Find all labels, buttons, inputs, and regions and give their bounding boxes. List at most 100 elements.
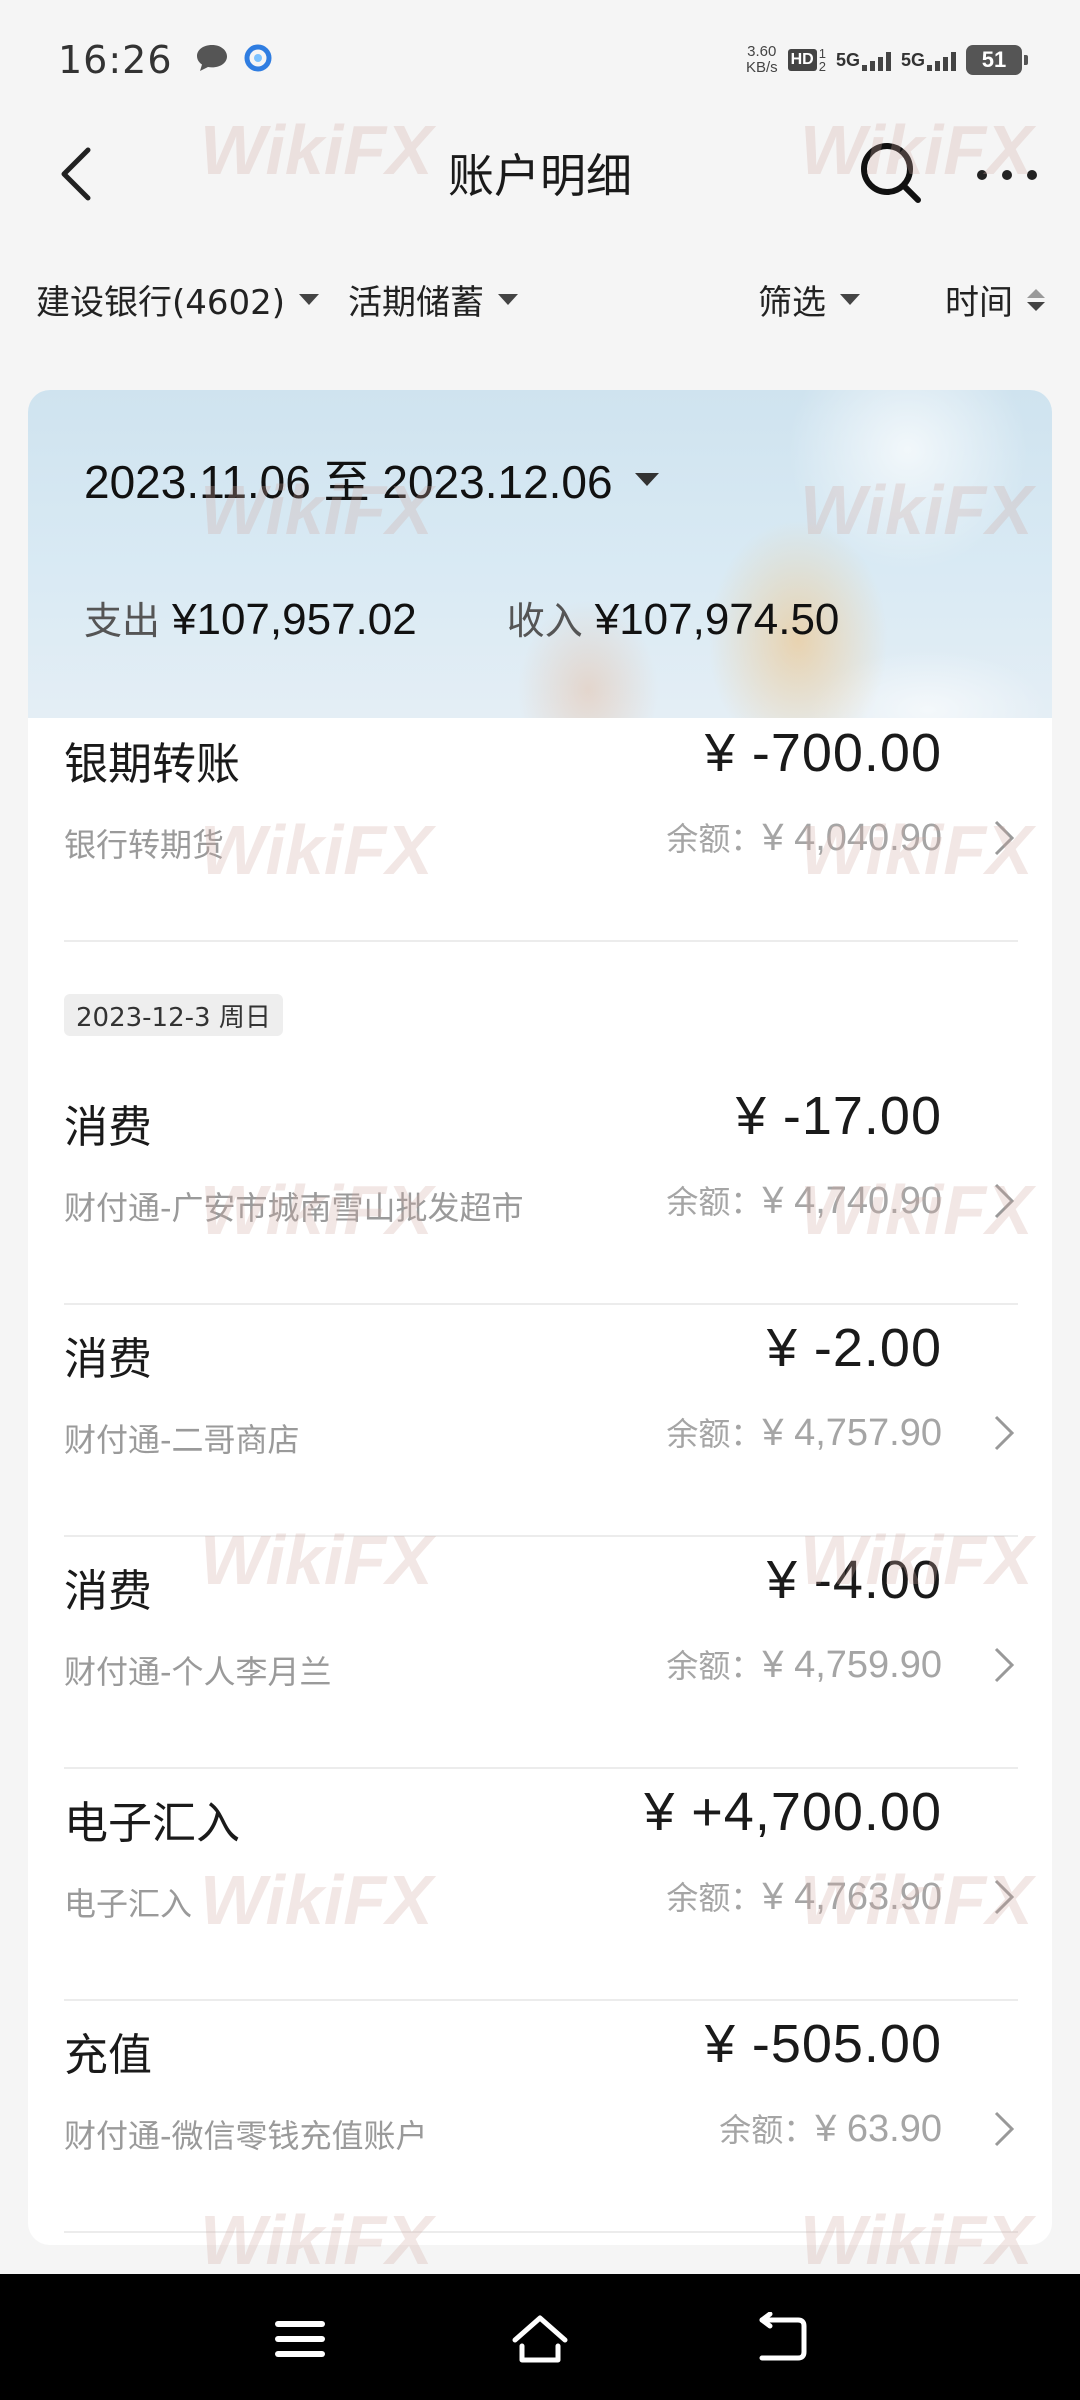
transaction-amount: ¥ +4,700.00 <box>644 1782 942 1842</box>
expense-value: ¥107,957.02 <box>172 595 417 644</box>
back-nav-button[interactable] <box>750 2311 810 2366</box>
date-range-selector[interactable]: 2023.11.06 至 2023.12.06 <box>84 446 659 512</box>
transaction-title: 电子汇入 <box>64 1798 240 1849</box>
transaction-title: 消费 <box>64 1334 152 1385</box>
row-divider <box>64 2231 1018 2233</box>
transaction-card: 2023.11.06 至 2023.12.06 支出 ¥107,957.02 收入… <box>28 390 1052 2245</box>
transaction-balance: 余额：¥ 4,040.90 <box>666 814 942 860</box>
transaction-row[interactable]: 消费 ¥ -4.00 财付通-个人李月兰 余额：¥ 4,759.90 <box>64 1537 1018 1769</box>
signal-1-label: 5G <box>835 49 860 70</box>
chevron-right-icon <box>994 820 1015 856</box>
transaction-amount: ¥ -2.00 <box>766 1318 942 1378</box>
filter-button[interactable]: 筛选 <box>758 275 860 324</box>
balance-value: ¥ 4,740.90 <box>762 1180 942 1222</box>
search-button[interactable] <box>858 140 924 206</box>
transaction-amount: ¥ -17.00 <box>735 1086 942 1146</box>
filter-label: 筛选 <box>758 283 826 323</box>
recents-button[interactable] <box>270 2312 330 2366</box>
transaction-description: 财付通-个人李月兰 <box>64 1653 332 1691</box>
hd-badge: HD <box>787 49 817 71</box>
transaction-title: 银期转账 <box>64 739 240 790</box>
message-icon <box>195 43 229 77</box>
transaction-description: 财付通-微信零钱充值账户 <box>64 2117 428 2155</box>
income-label: 收入 <box>506 601 583 643</box>
balance-label: 余额： <box>666 1415 763 1453</box>
transaction-amount: ¥ -4.00 <box>766 1550 942 1610</box>
account-type-label: 活期储蓄 <box>348 283 484 323</box>
chevron-right-icon <box>994 1647 1015 1683</box>
expense-total: 支出 ¥107,957.02 <box>84 590 417 645</box>
transaction-amount: ¥ -505.00 <box>704 2014 942 2074</box>
battery-icon: 51 <box>966 45 1028 75</box>
income-total: 收入 ¥107,974.50 <box>507 590 840 645</box>
browser-icon <box>243 43 273 77</box>
net-speed-value: 3.60 <box>747 43 777 60</box>
balance-label: 余额： <box>666 1879 763 1917</box>
home-icon <box>512 2315 568 2363</box>
date-range-label: 2023.11.06 至 2023.12.06 <box>84 456 613 508</box>
network-speed: 3.60 KB/s <box>746 44 778 76</box>
balance-value: ¥ 4,759.90 <box>762 1644 942 1686</box>
transaction-title: 消费 <box>64 1566 152 1617</box>
transaction-description: 财付通-二哥商店 <box>64 1421 300 1459</box>
signal-icon-2: 5G <box>901 50 956 71</box>
app-header: 账户明细 <box>0 120 1080 220</box>
transaction-balance: 余额：¥ 63.90 <box>719 2105 942 2151</box>
chevron-right-icon <box>994 1183 1015 1219</box>
balance-value: ¥ 63.90 <box>815 2108 942 2150</box>
chevron-right-icon <box>994 1415 1015 1451</box>
chevron-right-icon <box>994 1879 1015 1915</box>
chevron-right-icon <box>994 2111 1015 2147</box>
account-label: 建设银行(4602) <box>36 283 286 323</box>
balance-value: ¥ 4,757.90 <box>762 1412 942 1454</box>
system-nav-bar <box>0 2274 1080 2400</box>
row-divider <box>64 940 1018 942</box>
sort-arrows-icon <box>1027 288 1045 311</box>
account-selector[interactable]: 建设银行(4602) <box>36 275 320 324</box>
signal-2-label: 5G <box>900 49 925 70</box>
more-dots-icon <box>977 170 1037 180</box>
home-button[interactable] <box>510 2312 570 2366</box>
transaction-description: 财付通-广安市城南雪山批发超市 <box>64 1189 524 1227</box>
date-group-label: 2023-12-3 周日 <box>64 994 283 1036</box>
transaction-row[interactable]: 消费 ¥ -2.00 财付通-二哥商店 余额：¥ 4,757.90 <box>64 1305 1018 1537</box>
transaction-title: 消费 <box>64 1102 152 1153</box>
transaction-row[interactable]: 充值 ¥ -505.00 财付通-微信零钱充值账户 余额：¥ 63.90 <box>64 2001 1018 2233</box>
income-value: ¥107,974.50 <box>594 595 840 644</box>
return-icon <box>759 2311 807 2361</box>
balance-label: 余额： <box>719 2111 816 2149</box>
expense-label: 支出 <box>84 601 161 643</box>
transaction-description: 电子汇入 <box>64 1885 193 1923</box>
dropdown-arrow-icon <box>498 294 518 305</box>
transaction-title: 充值 <box>64 2030 152 2081</box>
transaction-balance: 余额：¥ 4,740.90 <box>666 1177 942 1223</box>
menu-icon <box>275 2321 325 2357</box>
transaction-balance: 余额：¥ 4,763.90 <box>666 1873 942 1919</box>
transaction-balance: 余额：¥ 4,759.90 <box>666 1641 942 1687</box>
status-time: 16:26 <box>58 38 173 82</box>
summary-banner: 2023.11.06 至 2023.12.06 支出 ¥107,957.02 收入… <box>28 390 1052 718</box>
balance-label: 余额： <box>666 820 763 858</box>
account-type-selector[interactable]: 活期储蓄 <box>348 275 518 324</box>
net-speed-unit: KB/s <box>745 59 778 76</box>
hd-voice-icon: HD 12 <box>787 47 826 73</box>
transaction-description: 银行转期货 <box>64 826 225 864</box>
signal-icon-1: 5G <box>836 50 891 71</box>
time-sort-button[interactable]: 时间 <box>945 275 1045 324</box>
balance-value: ¥ 4,040.90 <box>762 817 942 859</box>
transaction-row[interactable]: 消费 ¥ -17.00 财付通-广安市城南雪山批发超市 余额：¥ 4,740.9… <box>64 1073 1018 1305</box>
balance-value: ¥ 4,763.90 <box>762 1876 942 1918</box>
time-sort-label: 时间 <box>945 283 1013 323</box>
transaction-row[interactable]: 银期转账 ¥ -700.00 银行转期货 余额：¥ 4,040.90 <box>64 710 1018 942</box>
dropdown-arrow-icon <box>299 294 320 305</box>
transaction-row[interactable]: 电子汇入 ¥ +4,700.00 电子汇入 余额：¥ 4,763.90 <box>64 1769 1018 2001</box>
search-icon <box>861 143 921 203</box>
balance-label: 余额： <box>666 1183 763 1221</box>
transaction-balance: 余额：¥ 4,757.90 <box>666 1409 942 1455</box>
more-button[interactable] <box>972 150 1042 200</box>
status-bar: 16:26 3.60 KB/s HD 12 5G 5G 51 <box>0 0 1080 120</box>
dropdown-arrow-icon <box>634 472 659 486</box>
filter-bar: 建设银行(4602) 活期储蓄 筛选 时间 <box>0 265 1080 335</box>
balance-label: 余额： <box>666 1647 763 1685</box>
dropdown-arrow-icon <box>840 294 860 305</box>
